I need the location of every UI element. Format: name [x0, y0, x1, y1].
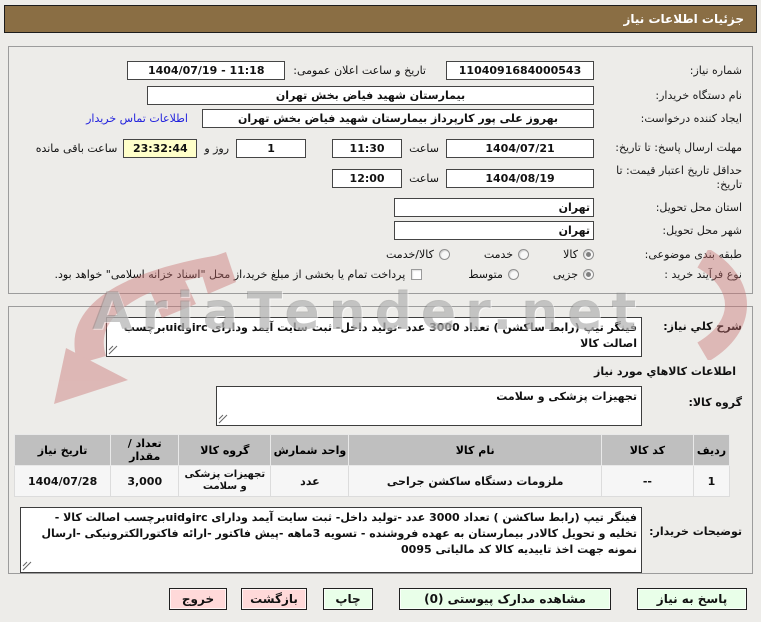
price-validity-row: حداقل تاریخ اعتبار قیمت: تا تاریخ: 1404/… — [19, 164, 742, 192]
cell-item-code: -- — [600, 465, 694, 497]
goods-group-text: تجهیزات پزشکی و سلامت — [496, 390, 637, 403]
deadline-row: مهلت ارسال پاسخ: تا تاریخ: 1404/07/21 سا… — [19, 134, 742, 162]
radio-goods-icon[interactable] — [583, 249, 594, 261]
process-type-row: نوع فرآیند خرید : جزیی متوسط پرداخت تمام… — [19, 268, 742, 282]
page: { "colors": { "header_brown": "#8a6e44",… — [0, 0, 761, 622]
need-description-box[interactable]: فینگر تیپ (رابط ساکشن ) تعداد 3000 عدد -… — [106, 317, 642, 357]
goods-heading: اطلاعات کالاهاي مورد نیاز — [594, 365, 736, 378]
deadline-hour-label: ساعت — [409, 141, 439, 155]
cell-need-date: 1404/07/28 — [13, 465, 112, 497]
print-button[interactable]: چاپ — [323, 588, 373, 610]
goods-group-label: گروه کالا: — [688, 396, 742, 409]
province-label: استان محل تحویل: — [655, 200, 742, 214]
treasury-checkbox-label: پرداخت تمام یا بخشی از مبلغ خرید،از محل … — [54, 268, 406, 282]
info-panel: شماره نیاز: 1104091684000543 تاریخ و ساع… — [8, 46, 753, 294]
buyer-contact-link[interactable]: اطلاعات تماس خریدار — [86, 112, 188, 125]
price-validity-label: حداقل تاریخ اعتبار قیمت: تا تاریخ: — [616, 164, 742, 191]
radio-goods-service-icon[interactable] — [438, 249, 450, 261]
resize-handle-icon[interactable] — [22, 561, 32, 571]
resize-handle-icon[interactable] — [108, 345, 118, 355]
price-validity-date-field[interactable]: 1404/08/19 — [446, 168, 594, 188]
buyer-notes-row: توضیحات خریدار: فینگر تیپ (رابط ساکشن ) … — [19, 507, 742, 573]
city-row: شهر محل تحویل: تهران — [19, 221, 742, 240]
announce-datetime-label: تاریخ و ساعت اعلان عمومی: — [293, 64, 426, 77]
deadline-time-field[interactable]: 11:30 — [332, 138, 403, 158]
window-title-bar: جزئیات اطلاعات نیاز — [4, 5, 757, 33]
radio-service[interactable]: خدمت — [483, 248, 530, 262]
col-row-number: ردیف — [692, 434, 731, 466]
requester-row: ایجاد کننده درخواست: بهروز علی پور کارپر… — [19, 109, 742, 128]
need-number-field[interactable]: 1104091684000543 — [446, 61, 594, 80]
goods-table: ردیف کد کالا نام کالا واحد شمارش گروه کا… — [13, 434, 731, 497]
need-number-label: شماره نیاز: — [689, 63, 742, 77]
price-validity-time-field[interactable]: 12:00 — [332, 168, 403, 188]
col-group: گروه کالا — [178, 434, 272, 466]
radio-service-icon[interactable] — [518, 249, 530, 261]
radio-medium-icon[interactable] — [507, 269, 519, 281]
countdown-label: ساعت باقی مانده — [35, 141, 118, 155]
need-description-label: شرح کلي نیاز: — [663, 320, 742, 333]
radio-goods-label: کالا — [563, 248, 578, 262]
buyer-org-label: نام دستگاه خریدار: — [655, 88, 742, 102]
province-row: استان محل تحویل: تهران — [19, 198, 742, 217]
exit-button[interactable]: خروج — [169, 588, 227, 610]
cell-unit: عدد — [270, 465, 350, 497]
province-field[interactable]: تهران — [394, 198, 594, 217]
radio-minor[interactable]: جزیی — [553, 268, 594, 281]
buyer-org-field[interactable]: بیمارستان شهید فیاض بخش تهران — [147, 86, 594, 105]
radio-medium[interactable]: متوسط — [468, 268, 519, 281]
announce-datetime-field[interactable]: 1404/07/19 - 11:18 — [127, 61, 286, 80]
deadline-date-field[interactable]: 1404/07/21 — [446, 138, 594, 158]
days-remaining-field[interactable]: 1 — [236, 138, 307, 158]
city-label: شهر محل تحویل: — [662, 223, 742, 237]
col-item-code: کد کالا — [600, 434, 694, 466]
respond-button[interactable]: پاسخ به نیاز — [637, 588, 747, 610]
countdown-field: 23:32:44 — [123, 138, 198, 158]
buyer-notes-label: توضیحات خریدار: — [649, 525, 742, 538]
col-need-date: تاریخ نیاز — [13, 434, 112, 466]
days-remaining-label: روز و — [204, 141, 230, 155]
buyer-notes-box[interactable]: فینگر تیپ (رابط ساکشن ) تعداد 3000 عدد -… — [20, 507, 642, 573]
subject-class-row: طبقه بندی موضوعی: کالا خدمت کالا/خدمت — [19, 248, 742, 262]
need-description-row: شرح کلي نیاز: فینگر تیپ (رابط ساکشن ) تع… — [19, 317, 742, 357]
goods-group-row: گروه کالا: تجهیزات پزشکی و سلامت — [19, 386, 742, 426]
process-type-label: نوع فرآیند خرید : — [664, 267, 742, 281]
radio-goods-service-label: کالا/خدمت — [386, 248, 434, 262]
goods-table-row: 1 -- ملزومات دستگاه ساکشن جراحی عدد تجهی… — [13, 465, 731, 497]
goods-panel: شرح کلي نیاز: فینگر تیپ (رابط ساکشن ) تع… — [8, 306, 753, 574]
attachments-button[interactable]: مشاهده مدارک پیوستی (0) — [399, 588, 611, 610]
page-title: جزئیات اطلاعات نیاز — [623, 12, 744, 26]
radio-goods[interactable]: کالا — [563, 248, 594, 261]
goods-table-header-row: ردیف کد کالا نام کالا واحد شمارش گروه کا… — [13, 434, 731, 466]
footer-button-bar: پاسخ به نیاز مشاهده مدارک پیوستی (0) چاپ… — [0, 588, 747, 610]
col-item-name: نام کالا — [348, 434, 602, 466]
radio-minor-label: جزیی — [552, 268, 578, 282]
requester-label: ایجاد کننده درخواست: — [640, 111, 742, 125]
resize-handle-icon[interactable] — [218, 414, 228, 424]
cell-quantity: 3,000 — [110, 465, 180, 497]
radio-goods-service[interactable]: کالا/خدمت — [386, 248, 450, 261]
price-validity-hour-label: ساعت — [409, 171, 439, 185]
buyer-org-row: نام دستگاه خریدار: بیمارستان شهید فیاض ب… — [19, 86, 742, 105]
subject-class-label: طبقه بندی موضوعی: — [644, 248, 742, 261]
requester-field[interactable]: بهروز علی پور کارپرداز بیمارستان شهید فی… — [202, 109, 594, 128]
radio-minor-icon[interactable] — [583, 269, 594, 281]
col-quantity: تعداد / مقدار — [110, 434, 180, 466]
city-field[interactable]: تهران — [394, 221, 594, 240]
cell-group: تجهیزات پزشکی و سلامت — [178, 465, 272, 497]
buyer-notes-text: فینگر تیپ (رابط ساکشن ) تعداد 3000 عدد -… — [41, 511, 637, 556]
need-description-text: فینگر تیپ (رابط ساکشن ) تعداد 3000 عدد -… — [123, 321, 637, 350]
goods-group-box[interactable]: تجهیزات پزشکی و سلامت — [216, 386, 642, 426]
deadline-label: مهلت ارسال پاسخ: تا تاریخ: — [615, 141, 742, 155]
treasury-checkbox[interactable] — [411, 269, 423, 281]
treasury-option: پرداخت تمام یا بخشی از مبلغ خرید،از محل … — [55, 268, 423, 281]
cell-row-number: 1 — [692, 465, 731, 497]
col-unit: واحد شمارش — [270, 434, 350, 466]
need-number-row: شماره نیاز: 1104091684000543 تاریخ و ساع… — [19, 61, 742, 80]
radio-medium-label: متوسط — [468, 268, 503, 282]
back-button[interactable]: بازگشت — [241, 588, 307, 610]
cell-item-name: ملزومات دستگاه ساکشن جراحی — [348, 465, 602, 497]
radio-service-label: خدمت — [483, 248, 514, 262]
